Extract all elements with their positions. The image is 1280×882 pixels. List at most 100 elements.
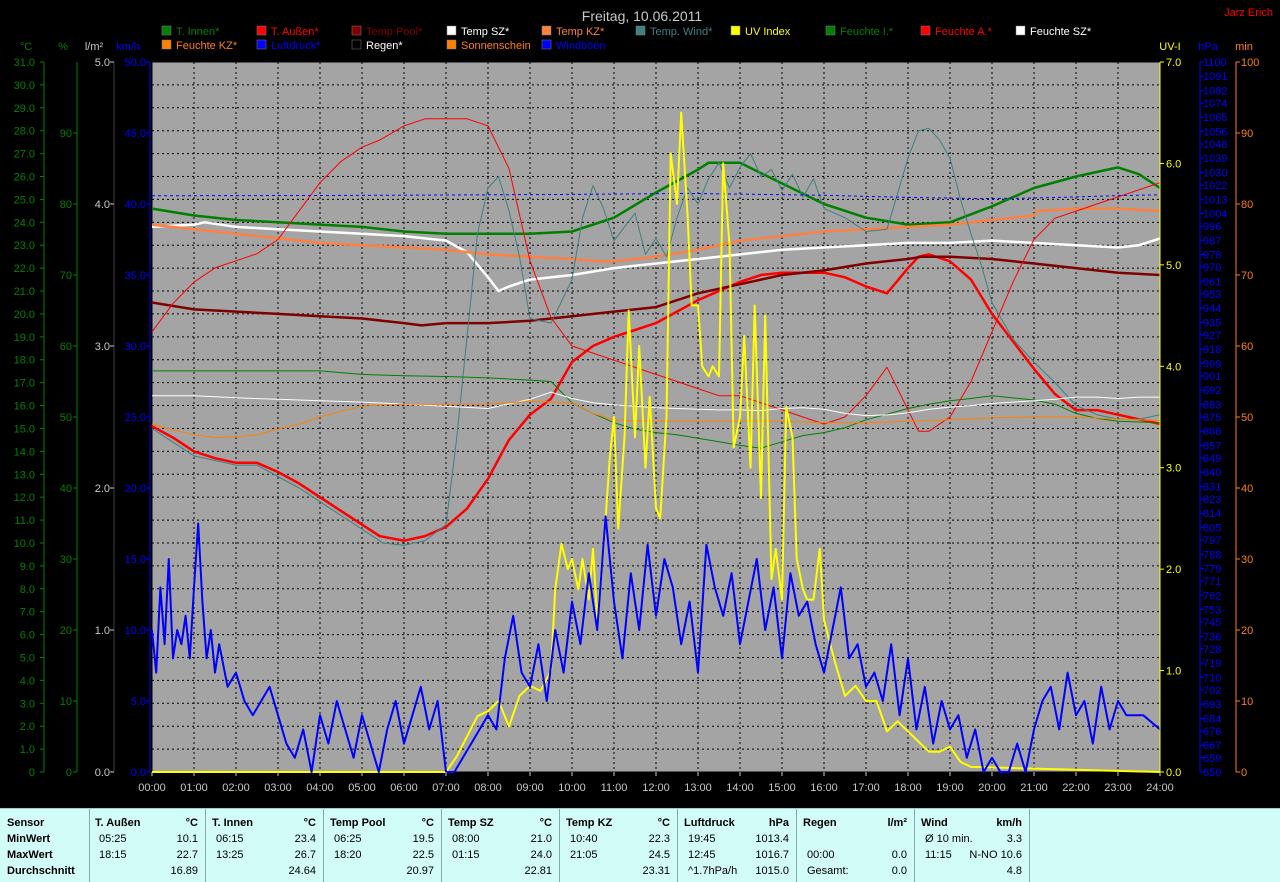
table-cell: 0.0: [891, 865, 907, 877]
axis-tick-label: 4.0: [1166, 361, 1181, 373]
axis-tick-label: 736: [1203, 631, 1221, 643]
axis-tick-label: 987: [1203, 235, 1221, 247]
axis-tick-label: 3.0: [95, 341, 110, 353]
table-cell: 11:15: [925, 849, 952, 861]
axis-tick-label: 5.0: [20, 652, 35, 664]
axis-tick-label: 5.0: [131, 696, 146, 708]
axis-tick-label: 19.0: [14, 332, 35, 344]
axis-tick-label: 20: [1241, 625, 1253, 637]
x-tick-label: 05:00: [348, 782, 376, 794]
x-tick-label: 16:00: [810, 782, 838, 794]
axis-tick-label: 944: [1203, 303, 1221, 315]
legend-label: Windböen: [556, 40, 606, 52]
table-cell: 06:25: [334, 833, 362, 845]
table-cell: 20.97: [406, 865, 434, 877]
axis-tick-label: 30.0: [125, 341, 146, 353]
axis-tick-label: 5.0: [95, 57, 110, 69]
table-cell: MinWert: [7, 833, 51, 845]
legend-swatch: [541, 25, 552, 36]
table-cell: 22.3: [648, 833, 670, 845]
legend-label: Sonnenschein: [461, 40, 531, 52]
table-cell: 05:25: [99, 833, 127, 845]
table-cell: 21:05: [570, 849, 598, 861]
table-cell: 1015.0: [755, 865, 789, 877]
legend-swatch: [256, 25, 267, 36]
axis-tick-label: 728: [1203, 644, 1221, 656]
axis-tick-label: 883: [1203, 399, 1221, 411]
axis-tick-label: 50: [1241, 412, 1253, 424]
legend-label: T. Außen*: [271, 26, 319, 38]
table-cell: 24.0: [530, 849, 552, 861]
legend-label: Feuchte SZ*: [1030, 26, 1092, 38]
axis-unit-hum: %: [58, 41, 68, 53]
legend-swatch: [920, 25, 931, 36]
x-tick-label: 19:00: [936, 782, 964, 794]
legend-swatch: [256, 39, 267, 50]
legend-label: Luftdruck*: [271, 40, 321, 52]
axis-tick-label: 753: [1203, 604, 1221, 616]
table-cell: 00:00: [807, 849, 835, 861]
table-cell: °C: [539, 817, 552, 829]
axis-tick-label: 1091: [1203, 71, 1227, 83]
author-label: Jarz Erich: [1224, 7, 1273, 19]
x-tick-label: 23:00: [1104, 782, 1132, 794]
x-tick-label: 01:00: [180, 782, 208, 794]
x-tick-label: 06:00: [390, 782, 418, 794]
axis-tick-label: 0: [29, 767, 35, 779]
table-cell: °C: [303, 817, 316, 829]
axis-tick-label: 996: [1203, 221, 1221, 233]
axis-tick-label: 1074: [1203, 98, 1227, 110]
axis-tick-label: 80: [60, 199, 72, 211]
axis-tick-label: 892: [1203, 385, 1221, 397]
axis-tick-label: 40.0: [125, 199, 146, 211]
x-tick-label: 18:00: [894, 782, 922, 794]
x-tick-label: 20:00: [978, 782, 1006, 794]
axis-tick-label: 0: [1241, 767, 1247, 779]
axis-tick-label: 4.0: [95, 199, 110, 211]
legend-label: T. Innen*: [176, 26, 220, 38]
axis-tick-label: 20.0: [125, 483, 146, 495]
table-cell: 10:40: [570, 833, 598, 845]
table-cell: hPa: [768, 817, 789, 829]
axis-tick-label: 29.0: [14, 103, 35, 115]
axis-tick-label: 1013: [1203, 194, 1227, 206]
axis-tick-label: 953: [1203, 289, 1221, 301]
legend-swatch: [161, 39, 172, 50]
axis-tick-label: 1100: [1203, 57, 1227, 69]
axis-tick-label: 25.0: [14, 194, 35, 206]
axis-tick-label: 745: [1203, 617, 1221, 629]
table-cell: km/h: [996, 817, 1022, 829]
axis-unit-rain: l/m²: [85, 41, 104, 53]
axis-tick-label: 30: [1241, 554, 1253, 566]
axis-tick-label: 927: [1203, 330, 1221, 342]
axis-tick-label: 5.0: [1166, 260, 1181, 272]
axis-tick-label: 14.0: [14, 446, 35, 458]
axis-tick-label: 28.0: [14, 126, 35, 138]
axis-tick-label: 823: [1203, 494, 1221, 506]
axis-tick-label: 918: [1203, 344, 1221, 356]
table-cell: °C: [185, 817, 198, 829]
axis-tick-label: 857: [1203, 440, 1221, 452]
axis-tick-label: 1.0: [20, 744, 35, 756]
table-cell: Wind: [921, 817, 948, 829]
axis-tick-label: 0.0: [131, 767, 146, 779]
stats-table: Sensor MinWert MaxWert Durchschnitt T. Außen…: [0, 808, 1280, 882]
legend-swatch: [446, 25, 457, 36]
axis-tick-label: 702: [1203, 685, 1221, 697]
legend-label: Temp SZ*: [461, 26, 510, 38]
axis-tick-label: 1030: [1203, 167, 1227, 179]
axis-tick-label: 659: [1203, 753, 1221, 765]
axis-unit-wind: km/h: [116, 41, 140, 53]
axis-tick-label: 7.0: [1166, 57, 1181, 69]
table-cell: 19:45: [688, 833, 716, 845]
axis-unit-temp: °C: [20, 41, 32, 53]
axis-tick-label: 40: [1241, 483, 1253, 495]
table-cell: T. Innen: [212, 817, 253, 829]
axis-tick-label: 35.0: [125, 270, 146, 282]
axis-tick-label: 1039: [1203, 153, 1227, 165]
axis-tick-label: 0: [66, 767, 72, 779]
table-cell: 24.64: [288, 865, 316, 877]
axis-tick-label: 15.0: [14, 423, 35, 435]
axis-tick-label: 27.0: [14, 149, 35, 161]
axis-tick-label: 719: [1203, 658, 1221, 670]
